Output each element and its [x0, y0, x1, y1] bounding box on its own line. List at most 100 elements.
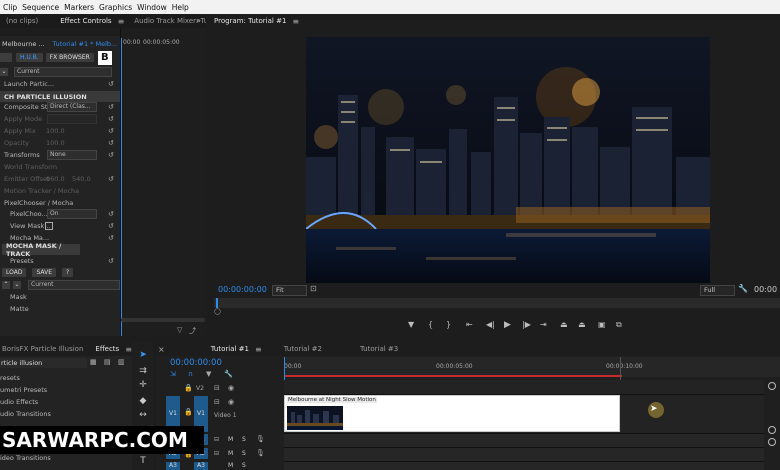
- emitter-x-value[interactable]: 960.0: [46, 175, 65, 183]
- play-icon[interactable]: ▶: [504, 320, 511, 330]
- settings-icon[interactable]: ⊡: [310, 284, 317, 293]
- sequence-clip[interactable]: Tutorial #1 * Melb...: [53, 40, 118, 48]
- video-clip[interactable]: Melbourne at Night Slow Motion: [284, 395, 620, 432]
- launch-button[interactable]: Launch Partic...: [4, 80, 54, 88]
- type-icon[interactable]: T: [137, 456, 149, 468]
- apply-mix-value[interactable]: 100.0: [46, 127, 65, 135]
- sync-icon[interactable]: ⊟: [214, 450, 219, 457]
- lift-icon[interactable]: ⏏: [560, 320, 568, 329]
- effects-item-audio-effects[interactable]: udio Effects: [0, 398, 38, 406]
- selection-tool-icon[interactable]: ➤: [137, 350, 149, 362]
- tab-effects[interactable]: Effects: [89, 345, 125, 353]
- tab-effect-controls[interactable]: Effect Controls: [54, 17, 117, 25]
- zoom-handle-bottom[interactable]: [768, 426, 776, 434]
- reset-icon[interactable]: ↺: [108, 222, 116, 230]
- go-to-out-icon[interactable]: ⇥: [540, 320, 547, 329]
- ec-scrollbar[interactable]: [121, 318, 205, 322]
- menu-clip[interactable]: Clip: [3, 3, 17, 12]
- menu-sequence[interactable]: Sequence: [22, 3, 59, 12]
- menu-icon[interactable]: ≡: [125, 345, 132, 354]
- lane-a1[interactable]: [284, 434, 764, 448]
- source-patch-a3[interactable]: A3: [166, 462, 180, 470]
- marker-icon[interactable]: ▼: [408, 320, 414, 329]
- quality-dropdown[interactable]: Full: [700, 285, 735, 296]
- save-button[interactable]: SAVE: [32, 268, 57, 277]
- section-mocha-mask[interactable]: MOCHA MASK / TRACK: [2, 242, 80, 258]
- slip-icon[interactable]: ↔: [137, 410, 149, 422]
- microphone-icon[interactable]: 🎙: [256, 435, 265, 443]
- mark-out-icon[interactable]: }: [446, 320, 451, 329]
- effect-controls-timeline[interactable]: 00:00 00:00:05:00 ▽ ⤴: [120, 28, 207, 336]
- fx-browser-button[interactable]: FX BROWSER: [45, 53, 94, 62]
- load-button[interactable]: LOAD: [2, 268, 27, 277]
- eye-icon[interactable]: ◉: [228, 398, 234, 406]
- source-clip[interactable]: Melbourne ...: [2, 40, 45, 48]
- effects-item-audio-transitions[interactable]: udio Transitions: [0, 410, 51, 418]
- lane-v2[interactable]: [284, 380, 764, 395]
- mark-in-icon[interactable]: {: [428, 320, 433, 329]
- hub-button[interactable]: H.U.B.: [16, 53, 43, 62]
- reset-icon[interactable]: ↺: [108, 257, 116, 265]
- menu-icon[interactable]: ≡: [118, 17, 125, 26]
- program-timecode[interactable]: 00:00:00:00: [218, 285, 267, 294]
- reset-icon[interactable]: ↺: [108, 80, 116, 88]
- audio-zoom-handle[interactable]: [768, 438, 776, 446]
- mute-button[interactable]: M: [228, 462, 233, 469]
- go-to-in-icon[interactable]: ⇤: [466, 320, 473, 329]
- export-icon[interactable]: ⤴: [189, 326, 196, 336]
- program-scrubber[interactable]: [214, 298, 780, 308]
- tab-tutorial-3[interactable]: Tutorial #3: [354, 345, 404, 353]
- emitter-y-value[interactable]: 540.0: [72, 175, 91, 183]
- reset-icon[interactable]: ↺: [108, 210, 116, 218]
- reset-icon[interactable]: ↺: [108, 139, 116, 147]
- solo-button[interactable]: S: [242, 436, 246, 443]
- sync-icon[interactable]: ⊟: [214, 384, 220, 392]
- effects-item-video-transitions[interactable]: ideo Transitions: [0, 454, 51, 462]
- fit-dropdown[interactable]: Fit: [272, 285, 307, 296]
- camera-icon[interactable]: ▣: [598, 320, 606, 329]
- reset-icon[interactable]: ↺: [108, 151, 116, 159]
- menu-icon[interactable]: ≡: [255, 345, 262, 354]
- video-frame[interactable]: [306, 37, 710, 283]
- tab-borisfx[interactable]: BorisFX Particle Illusion: [0, 345, 89, 353]
- chevron-down-icon[interactable]: ⌄: [0, 67, 8, 76]
- help-button[interactable]: ?: [62, 268, 74, 277]
- sync-icon[interactable]: ⊟: [214, 398, 220, 406]
- tab-no-clips[interactable]: (no clips): [0, 17, 44, 25]
- reset-icon[interactable]: ↺: [108, 127, 116, 135]
- menu-icon[interactable]: ≡: [292, 17, 299, 26]
- zoom-handle-top[interactable]: [768, 382, 776, 390]
- chevron-up-icon[interactable]: ⌃: [2, 280, 10, 289]
- step-back-icon[interactable]: ◀|: [486, 320, 495, 329]
- effects-item-lumetri[interactable]: umetri Presets: [0, 386, 47, 394]
- step-forward-icon[interactable]: |▶: [522, 320, 531, 329]
- microphone-icon[interactable]: 🎙: [256, 449, 265, 457]
- mute-button[interactable]: M: [228, 436, 233, 443]
- sync-icon[interactable]: ⊟: [214, 436, 219, 443]
- eye-icon[interactable]: ◉: [228, 384, 234, 392]
- effects-search-input[interactable]: rticle illusion: [0, 358, 87, 368]
- effects-item-presets[interactable]: resets: [0, 374, 20, 382]
- composite-dropdown[interactable]: Direct (Clas...: [47, 102, 97, 112]
- track-select-icon[interactable]: ⇉: [137, 366, 149, 378]
- extract-icon[interactable]: ⏏: [578, 320, 586, 329]
- marker-add-icon[interactable]: ▼: [206, 370, 211, 378]
- reset-icon[interactable]: ↺: [108, 175, 116, 183]
- preset-icon[interactable]: ▤: [104, 358, 111, 366]
- ec-playhead[interactable]: [121, 38, 122, 336]
- tab-tutorial-1[interactable]: Tutorial #1: [205, 345, 255, 353]
- timeline-ruler[interactable]: 00:00 00:00:05:00 00:00:10:00: [284, 357, 780, 377]
- timeline-timecode[interactable]: 00:00:00:00: [170, 358, 222, 368]
- track-v2-label[interactable]: V2: [196, 385, 204, 392]
- mute-button[interactable]: M: [228, 450, 233, 457]
- preset-dropdown[interactable]: Current: [14, 67, 112, 77]
- ripple-edit-icon[interactable]: ✛: [137, 380, 149, 392]
- reset-icon[interactable]: ↺: [108, 115, 116, 123]
- lane-a3[interactable]: [284, 462, 764, 470]
- transforms-dropdown[interactable]: None: [47, 150, 97, 160]
- reset-icon[interactable]: ↺: [108, 234, 116, 242]
- overflow-icon[interactable]: »: [196, 14, 206, 28]
- zoom-handle-icon[interactable]: ◯: [214, 308, 221, 315]
- view-mask-checkbox[interactable]: [45, 222, 53, 230]
- filter-icon[interactable]: ▽: [177, 326, 182, 334]
